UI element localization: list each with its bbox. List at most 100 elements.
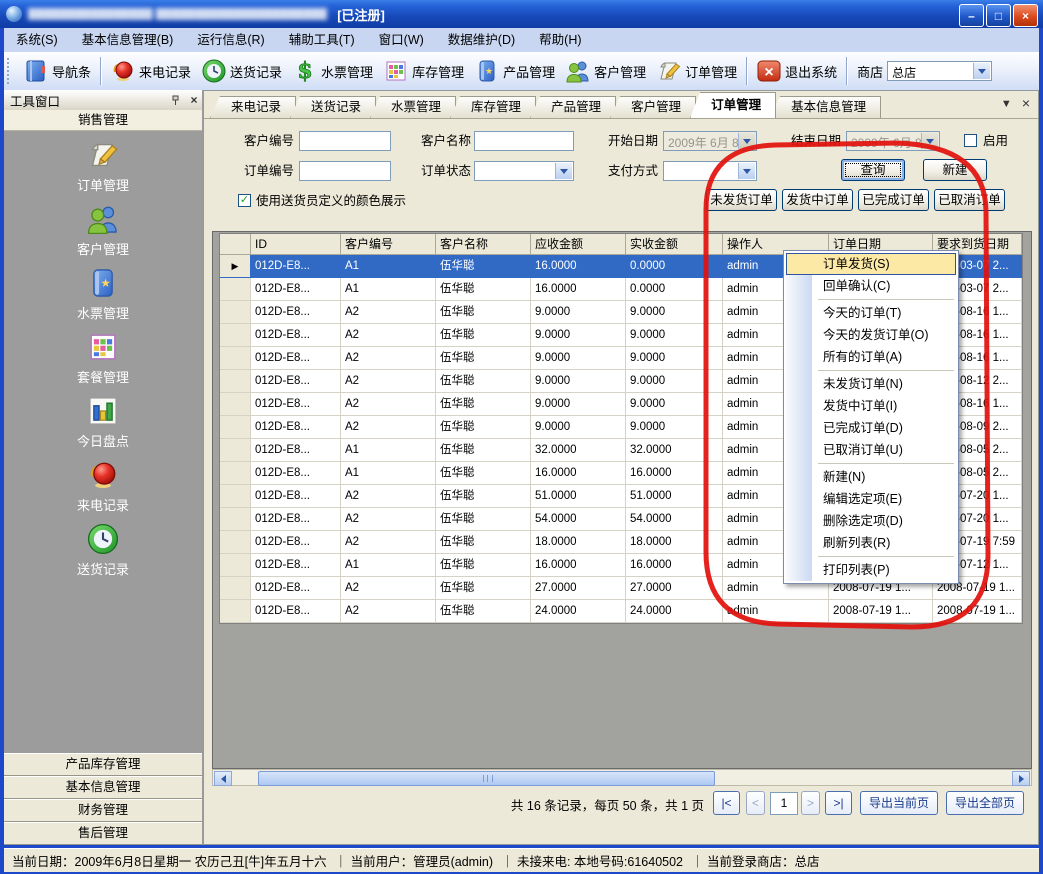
sidebar-section-button[interactable]: 产品库存管理 [4, 753, 202, 776]
context-menu-item[interactable]: 所有的订单(A) [786, 346, 956, 368]
cancelled-orders-button[interactable]: 已取消订单 [934, 189, 1005, 211]
prev-page-button[interactable]: < [746, 791, 765, 815]
last-page-button[interactable]: >| [825, 791, 852, 815]
scroll-right-icon[interactable] [1012, 771, 1030, 786]
sidebar-item-package-mgmt[interactable]: 套餐管理 [4, 326, 202, 390]
sidebar-item-customer-mgmt[interactable]: 客户管理 [4, 198, 202, 262]
context-menu-item[interactable]: 回单确认(C) [786, 275, 956, 297]
context-menu-item[interactable]: 未发货订单(N) [786, 373, 956, 395]
sidebar-item-water-ticket-mgmt[interactable]: ★ 水票管理 [4, 262, 202, 326]
tab-close-icon[interactable]: × [1022, 98, 1030, 110]
pay-method-select[interactable] [663, 161, 757, 181]
maximize-button[interactable]: □ [986, 4, 1011, 27]
cell-id: 012D-E8... [251, 485, 341, 508]
query-button[interactable]: 查询 [841, 159, 905, 181]
chevron-down-icon[interactable] [738, 133, 755, 149]
context-menu-item[interactable]: 今天的订单(T) [786, 302, 956, 324]
context-menu-item[interactable]: 编辑选定项(E) [786, 488, 956, 510]
cell-received: 9.0000 [626, 370, 723, 393]
next-page-button[interactable]: > [801, 791, 820, 815]
context-menu-item[interactable]: 已取消订单(U) [786, 439, 956, 461]
context-menu-item[interactable]: 今天的发货订单(O) [786, 324, 956, 346]
toolbar-product-button[interactable]: ★ 产品管理 [469, 58, 560, 84]
menu-item[interactable]: 运行信息(R) [185, 29, 276, 52]
header-received[interactable]: 实收金额 [626, 234, 723, 255]
toolbar-navigator-button[interactable]: 导航条 [18, 58, 96, 84]
toolbar-exit-button[interactable]: × 退出系统 [751, 58, 842, 84]
toolbar-order-button[interactable]: 订单管理 [651, 58, 742, 84]
completed-orders-button[interactable]: 已完成订单 [858, 189, 929, 211]
cell-id: 012D-E8... [251, 600, 341, 623]
header-id[interactable]: ID [251, 234, 341, 255]
shipping-orders-button[interactable]: 发货中订单 [782, 189, 853, 211]
page-number-input[interactable]: 1 [770, 792, 798, 815]
sidebar-item-order-mgmt[interactable]: 订单管理 [4, 134, 202, 198]
menu-item[interactable]: 基本信息管理(B) [70, 29, 186, 52]
header-customer-name[interactable]: 客户名称 [436, 234, 531, 255]
horizontal-scrollbar[interactable] [212, 769, 1032, 786]
tab[interactable]: 送货记录 [290, 96, 376, 118]
chevron-down-icon[interactable] [973, 63, 990, 79]
menu-item[interactable]: 辅助工具(T) [277, 29, 367, 52]
enable-checkbox[interactable] [964, 134, 977, 147]
chevron-down-icon[interactable] [921, 133, 938, 149]
tab-dropdown-icon[interactable]: ▼ [1001, 98, 1012, 110]
tab[interactable]: 水票管理 [370, 96, 456, 118]
minimize-button[interactable]: – [959, 4, 984, 27]
order-status-select[interactable] [474, 161, 574, 181]
chevron-down-icon[interactable] [555, 163, 572, 179]
context-menu-item[interactable]: 订单发货(S) [786, 253, 956, 275]
new-button[interactable]: 新建 [923, 159, 987, 181]
tab[interactable]: 库存管理 [450, 96, 536, 118]
sidebar-section-button[interactable]: 售后管理 [4, 822, 202, 845]
sidebar-item-today-stocktake[interactable]: 今日盘点 [4, 390, 202, 454]
customer-no-input[interactable] [299, 131, 391, 151]
sidebar-item-delivery-log[interactable]: 送货记录 [4, 518, 202, 582]
menu-item[interactable]: 帮助(H) [527, 29, 593, 52]
export-all-pages-button[interactable]: 导出全部页 [946, 791, 1024, 815]
toolbar-inventory-button[interactable]: 库存管理 [378, 58, 469, 84]
context-menu-item[interactable]: 新建(N) [786, 466, 956, 488]
header-customer-no[interactable]: 客户编号 [341, 234, 436, 255]
tool-window-close-icon[interactable]: × [186, 93, 202, 107]
context-menu-item[interactable]: 发货中订单(I) [786, 395, 956, 417]
sidebar-section-button[interactable]: 财务管理 [4, 799, 202, 822]
context-menu-item[interactable]: 已完成订单(D) [786, 417, 956, 439]
shop-select[interactable]: 总店 [887, 61, 992, 81]
header-receivable[interactable]: 应收金额 [531, 234, 626, 255]
tab[interactable]: 来电记录 [210, 96, 296, 118]
tab[interactable]: 基本信息管理 [770, 96, 881, 118]
row-selector [220, 324, 251, 347]
table-row[interactable]: 012D-E8... A2 伍华聪 24.0000 24.0000 admin … [220, 600, 1022, 623]
toolbar-call-log-button[interactable]: 来电记录 [105, 58, 196, 84]
tab[interactable]: 订单管理 [690, 92, 776, 118]
sidebar-item-call-log[interactable]: 来电记录 [4, 454, 202, 518]
scroll-left-icon[interactable] [214, 771, 232, 786]
pin-icon[interactable] [170, 95, 186, 106]
color-display-checkbox[interactable]: ✓ [238, 194, 251, 207]
menu-item[interactable]: 系统(S) [4, 29, 70, 52]
toolbar-water-ticket-button[interactable]: $ 水票管理 [287, 58, 378, 84]
sidebar-section-sales[interactable]: 销售管理 [4, 110, 202, 131]
context-menu-item[interactable]: 删除选定项(D) [786, 510, 956, 532]
menu-item[interactable]: 数据维护(D) [436, 29, 527, 52]
toolbar-customer-button[interactable]: 客户管理 [560, 58, 651, 84]
close-button[interactable]: × [1013, 4, 1038, 27]
toolbar-delivery-log-button[interactable]: 送货记录 [196, 58, 287, 84]
scrollbar-thumb[interactable] [258, 771, 715, 786]
menu-item[interactable]: 窗口(W) [367, 29, 436, 52]
tab[interactable]: 产品管理 [530, 96, 616, 118]
first-page-button[interactable]: |< [713, 791, 740, 815]
order-no-input[interactable] [299, 161, 391, 181]
sidebar-section-button[interactable]: 基本信息管理 [4, 776, 202, 799]
customer-name-input[interactable] [474, 131, 574, 151]
context-menu-item[interactable]: 刷新列表(R) [786, 532, 956, 554]
chevron-down-icon[interactable] [738, 163, 755, 179]
sidebar-bottom-sections: 产品库存管理基本信息管理财务管理售后管理 [4, 753, 202, 845]
end-date-picker[interactable]: 2009年 6月 8日 [846, 131, 940, 151]
start-date-picker[interactable]: 2009年 6月 8日 [663, 131, 757, 151]
tab[interactable]: 客户管理 [610, 96, 696, 118]
export-current-page-button[interactable]: 导出当前页 [860, 791, 938, 815]
unshipped-orders-button[interactable]: 未发货订单 [706, 189, 777, 211]
context-menu-item[interactable]: 打印列表(P) [786, 559, 956, 581]
